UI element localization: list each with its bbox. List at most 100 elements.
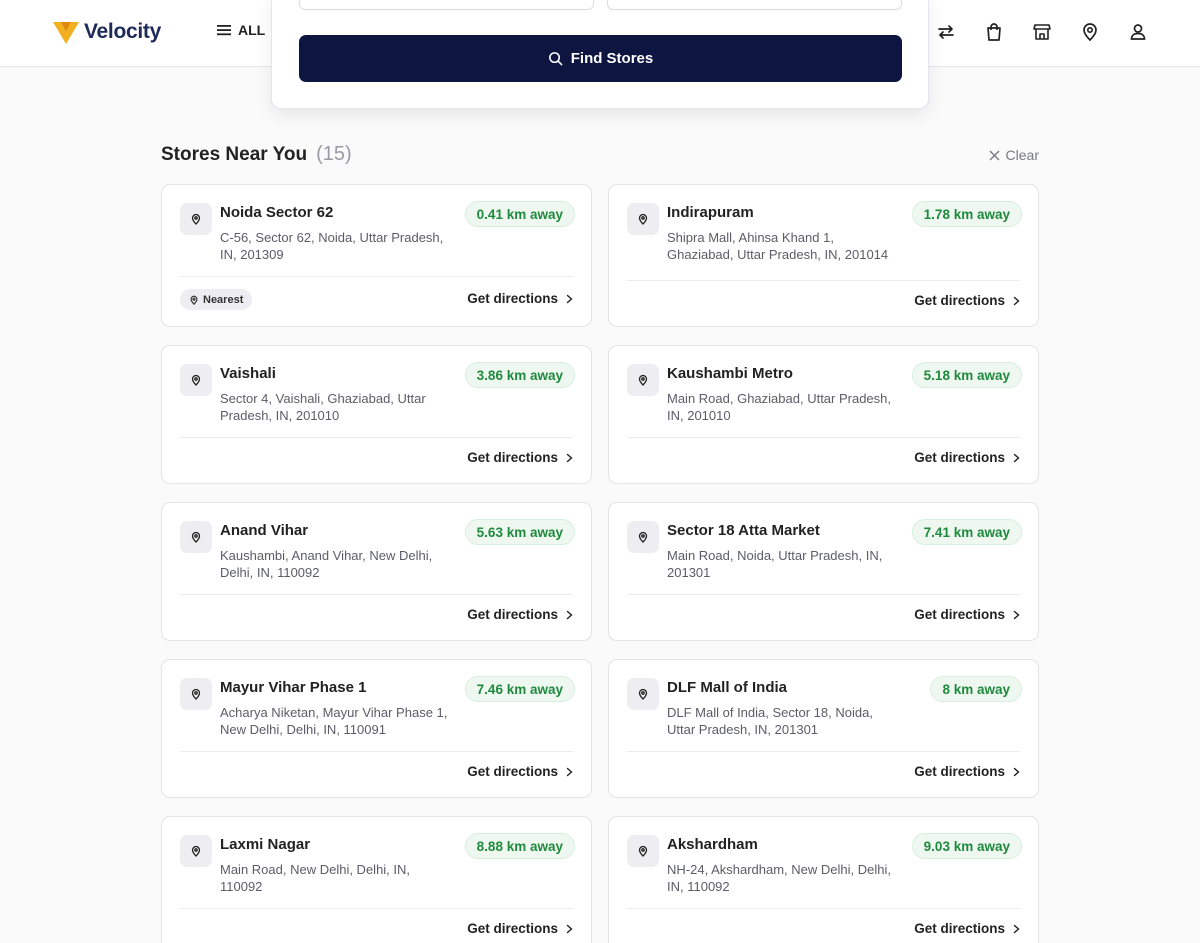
store-name: Anand Vihar xyxy=(220,522,309,539)
pin-icon xyxy=(180,678,212,710)
brand-logo[interactable]: Velocity xyxy=(52,19,161,45)
store-name: Sector 18 Atta Market xyxy=(667,522,820,539)
pin-icon xyxy=(180,835,212,867)
store-card[interactable]: Indirapuram Shipra Mall, Ahinsa Khand 1,… xyxy=(608,184,1039,327)
user-icon[interactable] xyxy=(1128,22,1148,42)
store-card[interactable]: Sector 18 Atta Market Main Road, Noida, … xyxy=(608,502,1039,641)
directions-label: Get directions xyxy=(467,450,558,465)
store-name: Kaushambi Metro xyxy=(667,365,793,382)
directions-label: Get directions xyxy=(914,921,1005,936)
store-icon[interactable] xyxy=(1032,22,1052,42)
brand-name: Velocity xyxy=(84,20,161,43)
pin-icon xyxy=(627,203,659,235)
get-directions-link[interactable]: Get directions xyxy=(467,450,573,465)
store-name: DLF Mall of India xyxy=(667,679,787,696)
store-card[interactable]: Kaushambi Metro Main Road, Ghaziabad, Ut… xyxy=(608,345,1039,484)
store-card[interactable]: Laxmi Nagar Main Road, New Delhi, Delhi,… xyxy=(161,816,592,943)
directions-label: Get directions xyxy=(914,607,1005,622)
close-icon xyxy=(989,150,999,160)
distance-badge: 1.78 km away xyxy=(911,201,1022,227)
chevron-right-icon xyxy=(566,924,573,933)
get-directions-link[interactable]: Get directions xyxy=(467,921,573,936)
card-divider xyxy=(180,437,573,438)
store-card[interactable]: Noida Sector 62 C-56, Sector 62, Noida, … xyxy=(161,184,592,327)
clear-button[interactable]: Clear xyxy=(989,147,1039,163)
distance-badge: 8 km away xyxy=(930,676,1022,702)
store-card[interactable]: Vaishali Sector 4, Vaishali, Ghaziabad, … xyxy=(161,345,592,484)
get-directions-link[interactable]: Get directions xyxy=(914,293,1020,308)
store-card[interactable]: Anand Vihar Kaushambi, Anand Vihar, New … xyxy=(161,502,592,641)
bag-icon[interactable] xyxy=(984,22,1004,42)
chevron-right-icon xyxy=(566,294,573,303)
find-stores-label: Find Stores xyxy=(570,50,654,67)
nearest-label: Nearest xyxy=(203,293,244,306)
get-directions-link[interactable]: Get directions xyxy=(914,921,1020,936)
store-address: Sector 4, Vaishali, Ghaziabad, Uttar Pra… xyxy=(220,391,426,423)
directions-label: Get directions xyxy=(467,921,558,936)
card-divider xyxy=(627,280,1020,281)
directions-label: Get directions xyxy=(914,450,1005,465)
get-directions-link[interactable]: Get directions xyxy=(467,607,573,622)
results-count: (15) xyxy=(316,143,352,165)
directions-label: Get directions xyxy=(914,293,1005,308)
clear-label: Clear xyxy=(1005,147,1039,163)
store-address: C-56, Sector 62, Noida, Uttar Pradesh, I… xyxy=(220,230,444,262)
card-divider xyxy=(180,276,573,277)
distance-badge: 5.63 km away xyxy=(464,519,575,545)
store-address: Kaushambi, Anand Vihar, New Delhi, Delhi… xyxy=(220,548,433,580)
chevron-right-icon xyxy=(566,767,573,776)
distance-badge: 9.03 km away xyxy=(911,833,1022,859)
store-address: Main Road, Ghaziabad, Uttar Pradesh, IN,… xyxy=(667,391,892,423)
distance-badge: 8.88 km away xyxy=(464,833,575,859)
store-address: Shipra Mall, Ahinsa Khand 1, Ghaziabad, … xyxy=(667,230,889,262)
distance-badge: 0.41 km away xyxy=(464,201,575,227)
pin-icon xyxy=(180,521,212,553)
chevron-right-icon xyxy=(566,453,573,462)
city-select-field[interactable] xyxy=(299,0,594,10)
menu-label: ALL xyxy=(238,22,266,38)
pin-icon xyxy=(627,835,659,867)
find-stores-button[interactable]: Find Stores xyxy=(299,35,902,82)
store-name: Akshardham xyxy=(667,836,758,853)
get-directions-link[interactable]: Get directions xyxy=(914,607,1020,622)
store-address: Main Road, New Delhi, Delhi, IN, 110092 xyxy=(220,862,411,894)
pin-icon xyxy=(180,203,212,235)
get-directions-link[interactable]: Get directions xyxy=(914,764,1020,779)
distance-badge: 3.86 km away xyxy=(464,362,575,388)
swap-icon[interactable] xyxy=(936,22,956,42)
get-directions-link[interactable]: Get directions xyxy=(914,450,1020,465)
store-address: DLF Mall of India, Sector 18, Noida, Utt… xyxy=(667,705,873,737)
location-pin-icon[interactable] xyxy=(1080,22,1100,42)
distance-badge: 7.46 km away xyxy=(464,676,575,702)
directions-label: Get directions xyxy=(467,607,558,622)
card-divider xyxy=(627,437,1020,438)
get-directions-link[interactable]: Get directions xyxy=(467,291,573,306)
get-directions-link[interactable]: Get directions xyxy=(467,764,573,779)
chevron-right-icon xyxy=(1013,453,1020,462)
card-divider xyxy=(180,751,573,752)
store-name: Indirapuram xyxy=(667,204,754,221)
store-address: Acharya Niketan, Mayur Vihar Phase 1, Ne… xyxy=(220,705,448,737)
store-card[interactable]: Akshardham NH-24, Akshardham, New Delhi,… xyxy=(608,816,1039,943)
store-name: Noida Sector 62 xyxy=(220,204,334,221)
results-heading: Stores Near You (15) xyxy=(161,143,352,166)
pin-icon xyxy=(190,295,198,305)
all-menu-button[interactable]: ALL xyxy=(217,22,265,38)
logo-icon xyxy=(53,22,79,44)
store-address: Main Road, Noida, Uttar Pradesh, IN, 201… xyxy=(667,548,883,580)
pincode-input-field[interactable] xyxy=(607,0,902,10)
card-divider xyxy=(180,908,573,909)
card-divider xyxy=(627,751,1020,752)
pin-icon xyxy=(627,521,659,553)
directions-label: Get directions xyxy=(914,764,1005,779)
chevron-right-icon xyxy=(1013,296,1020,305)
card-divider xyxy=(180,594,573,595)
header-actions xyxy=(936,22,1148,42)
pin-icon xyxy=(627,364,659,396)
directions-label: Get directions xyxy=(467,764,558,779)
chevron-right-icon xyxy=(1013,610,1020,619)
store-name: Laxmi Nagar xyxy=(220,836,311,853)
hamburger-icon xyxy=(217,25,231,36)
store-card[interactable]: DLF Mall of India DLF Mall of India, Sec… xyxy=(608,659,1039,798)
store-card[interactable]: Mayur Vihar Phase 1 Acharya Niketan, May… xyxy=(161,659,592,798)
